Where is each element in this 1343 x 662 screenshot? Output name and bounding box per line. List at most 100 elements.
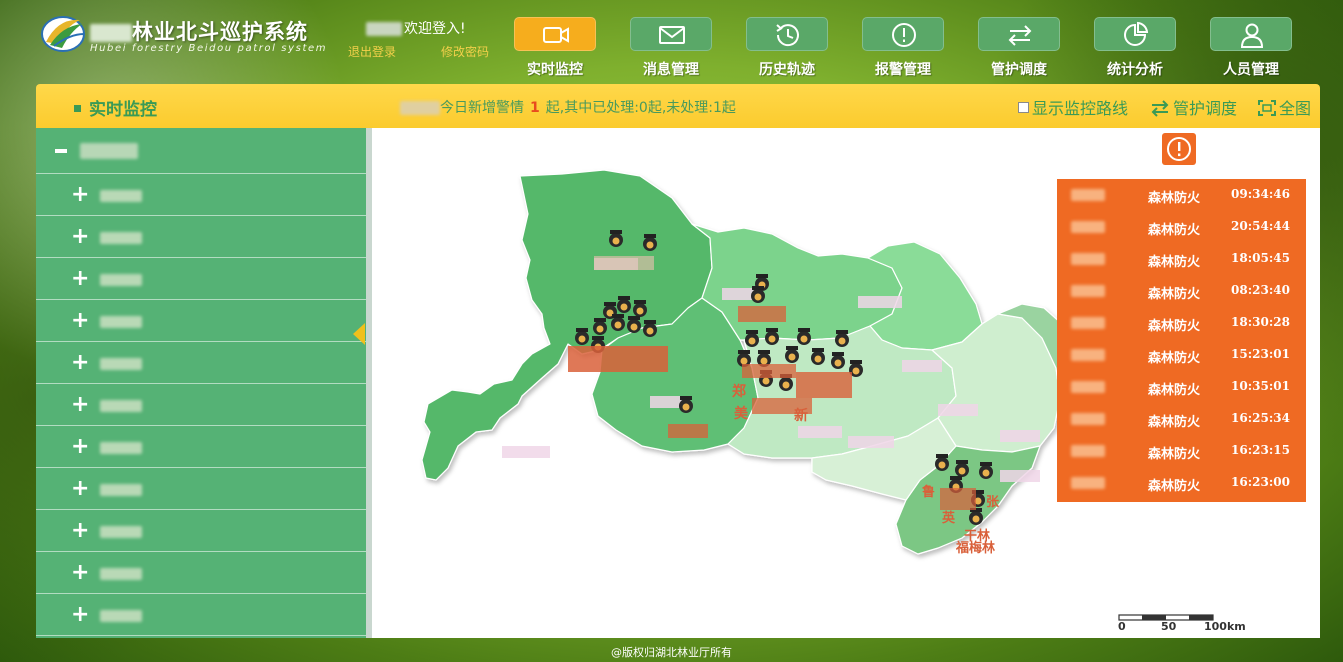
ranger-marker[interactable]	[751, 286, 765, 303]
blurred-region-name	[100, 358, 142, 370]
alarm-row[interactable]: 森林防火 15:23:01	[1057, 339, 1306, 371]
alarm-row[interactable]: 森林防火 09:34:46	[1057, 179, 1306, 211]
collapse-sidebar-arrow-icon[interactable]	[352, 322, 366, 346]
nav-realtime-monitor[interactable]: 实时监控	[514, 17, 596, 79]
scale-label: 0	[1118, 620, 1126, 633]
blurred-marker-label	[668, 424, 708, 438]
tree-node[interactable]: +	[36, 258, 366, 300]
blurred-location	[1071, 381, 1105, 393]
blurred-location	[1071, 221, 1105, 233]
blurred-region-name	[100, 568, 142, 580]
expand-plus-icon[interactable]: +	[71, 184, 89, 206]
alarm-row[interactable]: 森林防火 16:23:15	[1057, 435, 1306, 467]
tree-node[interactable]: +	[36, 342, 366, 384]
tree-node[interactable]: +	[36, 594, 366, 636]
ranger-marker[interactable]	[679, 396, 693, 413]
blurred-region-name	[100, 484, 142, 496]
map-view[interactable]: 郑 美 新 鲁 英 张 干林 福梅林 森林防火 09:34:46 森林防火 20…	[372, 128, 1320, 638]
change-password-link[interactable]: 修改密码	[441, 43, 489, 60]
user-icon	[1240, 23, 1264, 48]
alert-circle-icon	[1167, 137, 1191, 161]
alarm-summary: 今日新增警情 1 起,其中已处理:0起,未处理:1起	[400, 97, 736, 117]
copyright-footer: @版权归湖北林业厅所有	[611, 646, 732, 659]
alarm-row[interactable]: 森林防火 10:35:01	[1057, 371, 1306, 403]
tree-root-node[interactable]	[36, 128, 366, 174]
expand-plus-icon[interactable]: +	[71, 478, 89, 500]
blurred-region-name	[100, 400, 142, 412]
map-label: 新	[794, 407, 808, 424]
blurred-location	[1071, 349, 1105, 361]
blurred-username	[366, 22, 402, 36]
map-scale-bar: 0 50 100km	[1118, 614, 1268, 633]
blurred-location	[1071, 477, 1105, 489]
tree-node[interactable]: +	[36, 216, 366, 258]
expand-plus-icon[interactable]: +	[71, 436, 89, 458]
alert-circle-icon	[892, 23, 916, 47]
blurred-region-name	[100, 610, 142, 622]
fullscreen-button[interactable]: 全图	[1258, 95, 1311, 119]
map-label: 郑	[732, 383, 746, 400]
expand-plus-icon[interactable]: +	[71, 226, 89, 248]
map-label: 美	[734, 405, 749, 422]
nav-history-track[interactable]: 历史轨迹	[746, 17, 828, 79]
scale-label: 50	[1161, 620, 1177, 633]
tree-node[interactable]: +	[36, 510, 366, 552]
map-label: 英	[941, 510, 956, 526]
collapse-minus-icon[interactable]	[55, 149, 67, 153]
blurred-region-name	[100, 442, 142, 454]
clock-history-icon	[776, 24, 799, 47]
blurred-region-name	[100, 274, 142, 286]
blurred-region-name	[100, 316, 142, 328]
tree-node[interactable]: +	[36, 300, 366, 342]
nav-statistics[interactable]: 统计分析	[1094, 17, 1176, 79]
logo-icon	[41, 16, 85, 52]
alarm-row[interactable]: 森林防火 08:23:40	[1057, 275, 1306, 307]
tree-node[interactable]: +	[36, 552, 366, 594]
expand-plus-icon[interactable]: +	[71, 604, 89, 626]
ranger-marker[interactable]	[643, 234, 657, 251]
map-label: 张	[986, 495, 1000, 510]
blurred-marker-label	[594, 256, 654, 270]
pie-chart-icon	[1124, 21, 1149, 46]
ranger-marker[interactable]	[609, 230, 623, 247]
alarm-row[interactable]: 森林防火 20:54:44	[1057, 211, 1306, 243]
show-route-toggle[interactable]: 显示监控路线	[1018, 95, 1128, 119]
header: 林业北斗巡护系统 Hubei forestry Beidou patrol sy…	[0, 0, 1343, 84]
swap-arrows-icon	[1008, 25, 1032, 46]
logout-link[interactable]: 退出登录	[348, 43, 396, 60]
tree-node[interactable]: +	[36, 468, 366, 510]
region-tree-sidebar: + + + + + + + + + + +	[36, 128, 366, 638]
route-checkbox[interactable]	[1018, 102, 1029, 113]
dispatch-button[interactable]: 管护调度	[1150, 95, 1237, 119]
expand-plus-icon[interactable]: +	[71, 562, 89, 584]
tree-node[interactable]: +	[36, 174, 366, 216]
blurred-region-name	[100, 190, 142, 202]
nav-personnel[interactable]: 人员管理	[1210, 17, 1292, 79]
expand-plus-icon[interactable]: +	[71, 310, 89, 332]
expand-plus-icon[interactable]: +	[71, 520, 89, 542]
nav-alarm-manage[interactable]: 报警管理	[862, 17, 944, 79]
scale-label: 100km	[1204, 620, 1246, 633]
welcome-text: 欢迎登入!	[366, 18, 466, 38]
nav-message-manage[interactable]: 消息管理	[630, 17, 712, 79]
blurred-location	[1071, 253, 1105, 265]
blurred-region-name	[80, 143, 138, 159]
blurred-location	[1071, 445, 1105, 457]
toolbar: 实时监控 今日新增警情 1 起,其中已处理:0起,未处理:1起 显示监控路线 管护调…	[36, 84, 1320, 128]
video-camera-icon	[543, 27, 569, 43]
expand-plus-icon[interactable]: +	[71, 268, 89, 290]
nav-dispatch[interactable]: 管护调度	[978, 17, 1060, 79]
fullscreen-icon	[1258, 99, 1276, 116]
alarm-toggle-button[interactable]	[1162, 133, 1196, 165]
blurred-location	[1071, 317, 1105, 329]
alarm-row[interactable]: 森林防火 16:25:34	[1057, 403, 1306, 435]
blurred-location	[1071, 189, 1105, 201]
alarm-list-panel: 森林防火 09:34:46 森林防火 20:54:44 森林防火 18:05:45 森…	[1057, 179, 1306, 502]
tree-node[interactable]: +	[36, 426, 366, 468]
expand-plus-icon[interactable]: +	[71, 394, 89, 416]
alarm-row[interactable]: 森林防火 16:23:00	[1057, 467, 1306, 499]
expand-plus-icon[interactable]: +	[71, 352, 89, 374]
alarm-row[interactable]: 森林防火 18:30:28	[1057, 307, 1306, 339]
tree-node[interactable]: +	[36, 384, 366, 426]
alarm-row[interactable]: 森林防火 18:05:45	[1057, 243, 1306, 275]
